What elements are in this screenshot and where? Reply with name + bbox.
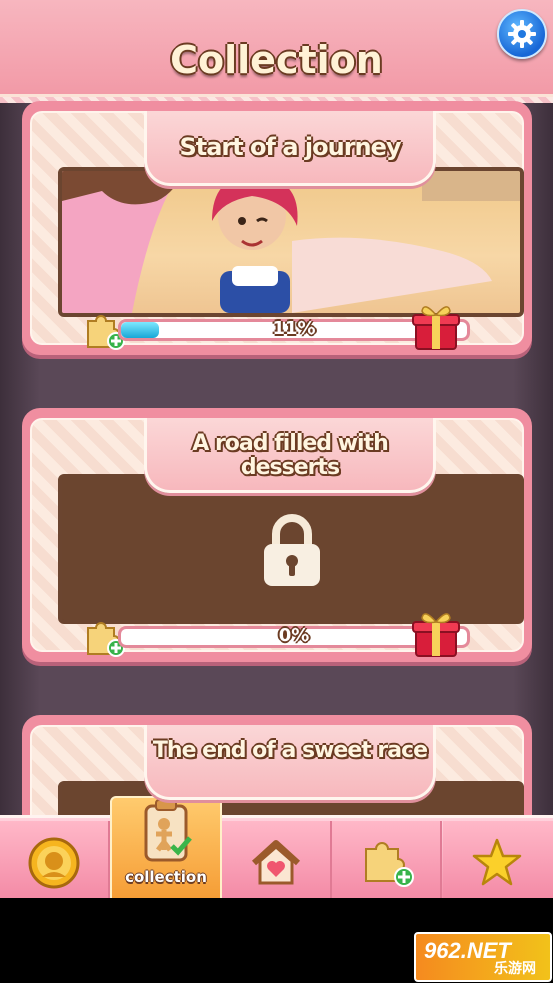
collection-picture-locked: [58, 474, 524, 624]
collection-picture: [58, 167, 524, 317]
collection-icon: [144, 799, 192, 862]
gear-icon: [508, 20, 536, 48]
header: Collection: [0, 0, 553, 103]
card-title: The end of a sweet race: [152, 738, 428, 763]
nav-item-home[interactable]: [222, 821, 332, 898]
card-title: A road filled with desserts: [192, 431, 388, 480]
nav-item-puzzle[interactable]: [332, 821, 442, 898]
home-icon: [251, 840, 301, 885]
settings-button[interactable]: [497, 9, 547, 59]
gift-icon[interactable]: [410, 608, 462, 660]
card-title-banner: Start of a journey: [144, 111, 436, 186]
page-title: Collection: [170, 38, 383, 82]
lock-icon: [264, 514, 320, 586]
bottom-nav: collection: [0, 796, 553, 898]
progress-row: 0%: [82, 613, 482, 657]
nav-item-collection[interactable]: collection: [110, 796, 222, 898]
card-title: Start of a journey: [179, 133, 401, 161]
watermark-subtitle: 乐游网: [494, 961, 536, 977]
collection-screen: Collection Start of a journey 11% A road…: [0, 0, 553, 898]
card-title-banner: The end of a sweet race: [144, 725, 436, 800]
gift-icon[interactable]: [410, 301, 462, 353]
collection-card-1[interactable]: Start of a journey 11%: [22, 101, 532, 355]
nav-item-profile[interactable]: [0, 821, 110, 898]
coin-face-icon: [28, 837, 80, 889]
puzzle-plus-icon: [365, 842, 414, 887]
card-title-banner: A road filled with desserts: [144, 418, 436, 493]
nav-label-collection: collection: [125, 868, 207, 886]
nav-item-favorites[interactable]: [443, 821, 553, 898]
progress-row: 11%: [82, 306, 482, 350]
watermark-logo: 962.NET 乐游网: [414, 932, 552, 982]
collection-card-2[interactable]: A road filled with desserts 0%: [22, 408, 532, 662]
star-icon: [472, 838, 522, 886]
scene-illustration: [62, 171, 520, 313]
